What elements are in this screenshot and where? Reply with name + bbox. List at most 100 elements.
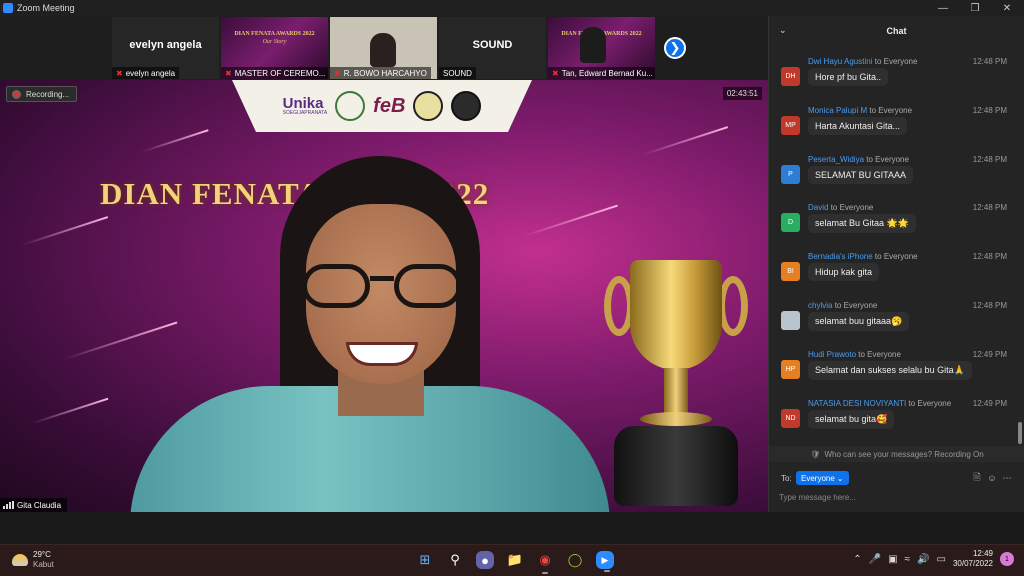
- notification-badge[interactable]: 1: [1000, 552, 1014, 567]
- trophy-image: [600, 260, 760, 510]
- recording-indicator[interactable]: Recording...: [6, 86, 78, 102]
- message-meta: Hudi Prawoto to Everyone: [808, 350, 901, 359]
- speaker-name-label: Gita Claudia: [0, 498, 68, 512]
- participant-label-text: SOUND: [443, 68, 472, 78]
- chevron-down-icon: ⌄: [836, 473, 844, 483]
- participant-label: ✖ R. BOWO HARCAHYO: [330, 67, 431, 79]
- chrome-icon[interactable]: ◉: [534, 549, 556, 574]
- participant-thumbnail[interactable]: SOUND SOUND: [439, 17, 546, 79]
- participant-thumbnail[interactable]: evelyn angela ✖ evelyn angela: [112, 17, 219, 79]
- background-streak: [31, 397, 109, 425]
- sender-avatar: ND: [781, 408, 800, 428]
- message-recipient: to Everyone: [869, 105, 913, 115]
- participant-label: ✖ Tan, Edward Bernad Ku...: [548, 67, 655, 79]
- more-options-icon[interactable]: ⋯: [1001, 472, 1013, 484]
- sender-name[interactable]: Monica Palupi M: [808, 106, 867, 115]
- message-recipient: to Everyone: [834, 301, 878, 310]
- signal-strength-icon: [3, 501, 14, 509]
- participant-thumbnail[interactable]: DIAN FENATA AWARDS 2022 ✖ Tan, Edward Be…: [548, 17, 655, 79]
- screen-share-icon[interactable]: ▣: [888, 554, 897, 565]
- file-icon[interactable]: 🗎: [971, 472, 983, 484]
- sender-name[interactable]: Peserta_Widiya: [808, 155, 864, 164]
- participant-label: ✖ MASTER OF CEREMO...: [221, 67, 328, 79]
- sender-avatar: D: [781, 213, 800, 233]
- start-menu-icon[interactable]: ⊞: [414, 549, 436, 571]
- recording-icon: [12, 89, 21, 99]
- chat-panel: ⌄ Chat DH Dwi Hayu Agustini to Everyone 12…: [768, 16, 1024, 512]
- message-bubble[interactable]: Selamat dan sukses selalu bu Gita🙏: [808, 360, 972, 380]
- speaker-name: Gita Claudia: [17, 500, 62, 510]
- clock-time: 12:49: [972, 549, 993, 558]
- background-streak: [641, 126, 729, 156]
- message-time: 12:49 PM: [972, 398, 1007, 408]
- message-bubble[interactable]: selamat bu gita🥰: [808, 409, 895, 429]
- wifi-icon[interactable]: ≈: [905, 554, 911, 565]
- battery-icon[interactable]: ▭: [937, 554, 946, 565]
- message-meta: Dwi Hayu Agustini to Everyone: [808, 57, 917, 66]
- file-explorer-icon[interactable]: 📁: [504, 549, 526, 571]
- message-bubble[interactable]: selamat buu gitaaa🥱: [808, 312, 910, 331]
- sender-name[interactable]: chylvia: [808, 301, 832, 310]
- poster-subtitle: Our Story: [262, 39, 287, 45]
- sender-name[interactable]: Dwi Hayu Agustini: [808, 57, 872, 66]
- participant-thumbnail[interactable]: ✖ R. BOWO HARCAHYO: [330, 17, 437, 79]
- emoji-icon[interactable]: ☺: [986, 472, 998, 484]
- clock-date: 30/07/2022: [952, 559, 993, 569]
- message-recipient: to Everyone: [874, 252, 918, 262]
- message-bubble[interactable]: SELAMAT BU GITAAA: [808, 165, 914, 184]
- sender-name[interactable]: Hudi Prawoto: [808, 350, 856, 359]
- poster-title: DIAN FENATA AWARDS 2022: [234, 31, 315, 37]
- sender-avatar: DH: [781, 67, 800, 86]
- message-bubble[interactable]: selamat Bu Gitaa 🌟🌟: [808, 214, 916, 234]
- message-bubble[interactable]: Hore pf bu Gita..: [808, 68, 889, 86]
- zoom-icon[interactable]: ▶: [596, 551, 614, 572]
- volume-icon[interactable]: 🔊: [917, 554, 929, 565]
- participant-label: SOUND: [439, 67, 476, 79]
- message-bubble[interactable]: Hidup kak gita: [808, 263, 880, 282]
- seal-logo: [451, 91, 482, 121]
- chat-message-input[interactable]: [779, 490, 1009, 504]
- background-streak: [141, 129, 209, 153]
- windows-taskbar: 29°C Kabut ⊞ ⚲ ● 📁 ◉ ◯ ▶ ⌃ 🎤 ▣ ≈ 🔊 ▭ 12:…: [0, 544, 1024, 576]
- message-meta: Peserta_Widiya to Everyone: [808, 155, 909, 164]
- participant-label-text: R. BOWO HARCAHYO: [343, 68, 427, 78]
- message-recipient: to Everyone: [858, 349, 901, 359]
- sender-avatar: MP: [781, 115, 800, 135]
- participant-thumbnail[interactable]: DIAN FENATA AWARDS 2022 Our Story ✖ MAST…: [221, 17, 328, 79]
- message-bubble[interactable]: Harta Akuntasi Gita...: [808, 116, 908, 135]
- sender-avatar: BI: [781, 262, 800, 282]
- participant-label-text: Tan, Edward Bernad Ku...: [561, 68, 653, 78]
- sender-name[interactable]: Bernadia's iPhone: [808, 252, 873, 261]
- weather-temperature: 29°C: [33, 550, 51, 559]
- message-recipient: to Everyone: [908, 398, 952, 408]
- clock[interactable]: 12:49 30/07/2022: [953, 549, 993, 570]
- next-page-arrow-icon[interactable]: ❯: [664, 37, 686, 59]
- weather-condition: Kabut: [33, 559, 54, 569]
- message-time: 12:48 PM: [972, 57, 1007, 66]
- active-speaker-video: Unika SOEGIJAPRANATA feB DIAN FENATA ARD…: [0, 80, 768, 512]
- app-icon[interactable]: ◯: [564, 549, 586, 571]
- close-button[interactable]: ✕: [992, 0, 1022, 16]
- background-streak: [21, 216, 109, 246]
- chevron-up-icon[interactable]: ⌃: [853, 554, 861, 565]
- message-visibility-notice[interactable]: 🛡 Who can see your messages? Recording O…: [769, 446, 1024, 462]
- restore-button[interactable]: ❐: [960, 0, 990, 16]
- recipient-select[interactable]: Everyone ⌄: [796, 471, 849, 485]
- system-tray: ⌃ 🎤 ▣ ≈ 🔊 ▭ 12:49 30/07/2022 1: [853, 549, 1014, 570]
- microphone-icon[interactable]: 🎤: [869, 554, 881, 565]
- window-title: Zoom Meeting: [17, 3, 75, 13]
- collapse-chevron-icon[interactable]: ⌄: [779, 25, 787, 36]
- chat-title: Chat: [886, 26, 907, 36]
- sender-avatar: P: [781, 164, 800, 184]
- teams-chat-icon[interactable]: ●: [476, 551, 494, 569]
- search-icon[interactable]: ⚲: [444, 549, 466, 571]
- participant-label-text: MASTER OF CEREMO...: [234, 68, 326, 78]
- chat-scrollbar[interactable]: [1018, 422, 1022, 444]
- weather-widget[interactable]: 29°C Kabut: [12, 550, 54, 569]
- sender-name[interactable]: NATASIA DESI NOVIYANTI: [808, 399, 906, 408]
- recording-label: Recording...: [26, 89, 70, 99]
- zoom-app-icon: [3, 3, 13, 13]
- meeting-timer: 02:43:51: [722, 87, 762, 100]
- minimize-button[interactable]: —: [928, 0, 958, 16]
- sender-name[interactable]: David: [808, 203, 828, 212]
